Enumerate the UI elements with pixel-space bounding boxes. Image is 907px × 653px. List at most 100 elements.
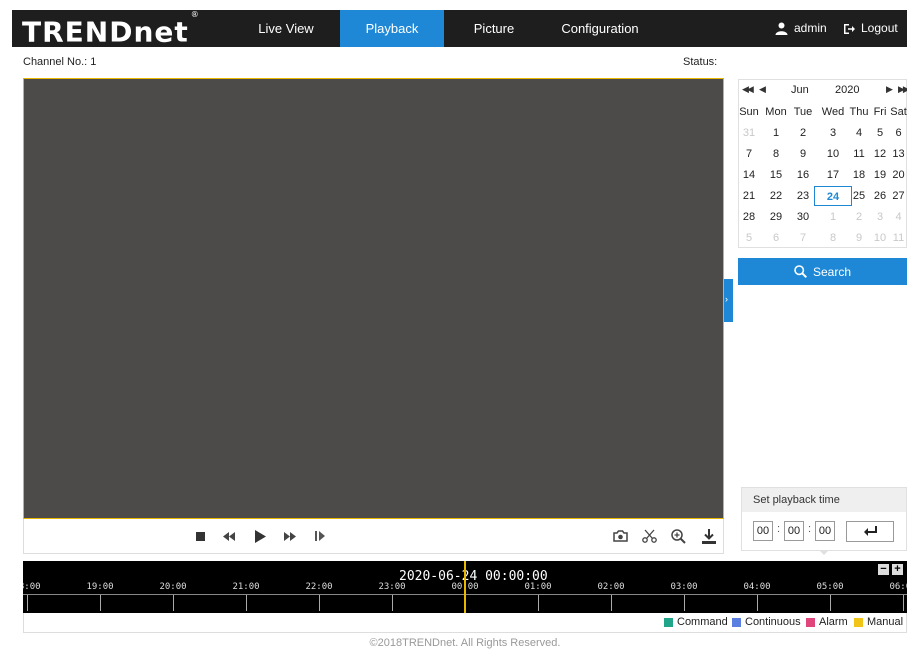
panel-toggle-button[interactable]: › (724, 279, 733, 322)
calendar-day[interactable]: 8 (763, 144, 789, 164)
slow-forward-button[interactable] (219, 526, 239, 546)
legend-label: Alarm (819, 616, 848, 628)
minute-input[interactable]: 00 (784, 521, 804, 541)
user-icon (775, 22, 788, 35)
user-account[interactable]: admin (775, 10, 827, 47)
calendar-day[interactable]: 5 (871, 123, 889, 143)
calendar-day[interactable]: 12 (871, 144, 889, 164)
capture-button[interactable] (610, 526, 630, 546)
calendar-day[interactable]: 7 (790, 228, 816, 248)
timeline-hour-label: 06:00 (889, 582, 907, 592)
download-icon (702, 528, 716, 544)
calendar-day[interactable]: 6 (763, 228, 789, 248)
timeline-hour-label: 05:00 (816, 582, 844, 592)
calendar-day[interactable]: 15 (763, 165, 789, 185)
calendar-day[interactable]: 10 (871, 228, 889, 248)
calendar-day[interactable]: 21 (739, 186, 759, 206)
copyright-footer: ©2018TRENDnet. All Rights Reserved. (369, 637, 561, 649)
calendar-day[interactable]: 3 (871, 207, 889, 227)
calendar-day[interactable]: 7 (739, 144, 759, 164)
timeline-cursor[interactable] (464, 561, 466, 613)
single-frame-button[interactable] (310, 526, 330, 546)
calendar-day[interactable]: 24 (814, 186, 852, 206)
calendar-day[interactable]: 29 (763, 207, 789, 227)
tab-live-view[interactable]: Live View (232, 10, 340, 47)
prev-year-button[interactable]: ◀◀ (742, 84, 754, 95)
camera-icon (612, 530, 628, 542)
calendar-day[interactable]: 5 (739, 228, 759, 248)
timeline-tick (392, 595, 393, 611)
stop-button[interactable] (190, 526, 210, 546)
calendar-day[interactable]: 27 (889, 186, 907, 206)
calendar-day[interactable]: 2 (790, 123, 816, 143)
legend-label: Manual (867, 616, 904, 628)
calendar-day[interactable]: 19 (871, 165, 889, 185)
calendar-day[interactable]: 18 (848, 165, 870, 185)
clip-button[interactable] (639, 526, 659, 546)
tab-picture[interactable]: Picture (444, 10, 544, 47)
calendar-day[interactable]: 9 (790, 144, 816, 164)
calendar-day[interactable]: 16 (790, 165, 816, 185)
calendar-day[interactable]: 1 (818, 207, 848, 227)
calendar-day[interactable]: 1 (763, 123, 789, 143)
legend-label: Continuous (745, 616, 801, 628)
logout-icon (844, 23, 855, 34)
play-button[interactable] (250, 526, 270, 546)
calendar-day[interactable]: 23 (790, 186, 816, 206)
next-month-button[interactable]: ▶ (886, 84, 893, 95)
digital-zoom-button[interactable] (668, 526, 688, 546)
calendar-day[interactable]: 11 (889, 228, 907, 248)
weekday-header: Tue (793, 106, 813, 118)
fast-forward-button[interactable] (280, 526, 300, 546)
next-year-button[interactable]: ▶▶ (898, 84, 907, 95)
calendar-day[interactable]: 17 (818, 165, 848, 185)
calendar-day[interactable]: 22 (763, 186, 789, 206)
calendar-day[interactable]: 4 (848, 123, 870, 143)
calendar-day[interactable]: 25 (848, 186, 870, 206)
scissors-icon (641, 529, 657, 543)
calendar-day[interactable]: 13 (889, 144, 907, 164)
logout-button[interactable]: Logout (843, 10, 898, 47)
search-icon (794, 265, 807, 278)
prev-month-button[interactable]: ◀ (759, 84, 766, 95)
weekday-header: Fri (873, 106, 887, 118)
search-label: Search (812, 264, 852, 279)
search-button[interactable]: Search (738, 258, 907, 285)
calendar-day[interactable]: 26 (871, 186, 889, 206)
weekday-header: Mon (765, 106, 787, 118)
zoom-in-icon (670, 528, 686, 544)
legend-swatch (664, 617, 673, 627)
channel-number-label: Channel No.: 1 (23, 56, 97, 68)
registered-mark: ® (190, 10, 200, 19)
download-button[interactable] (699, 526, 719, 546)
hour-input[interactable]: 00 (753, 521, 773, 541)
calendar-day[interactable]: 30 (790, 207, 816, 227)
timeline-tick (27, 595, 28, 611)
calendar-day[interactable]: 11 (848, 144, 870, 164)
rewind-icon (223, 531, 235, 541)
calendar-year[interactable]: 2020 (835, 84, 859, 96)
video-player[interactable] (23, 78, 724, 519)
calendar-day[interactable]: 4 (889, 207, 907, 227)
calendar-day[interactable]: 10 (818, 144, 848, 164)
calendar-day[interactable]: 28 (739, 207, 759, 227)
stop-icon (195, 531, 205, 541)
timeline-bar[interactable]: 18:0019:0020:0021:0022:0023:0000:0001:00… (23, 561, 907, 613)
calendar-day[interactable]: 20 (889, 165, 907, 185)
calendar-month[interactable]: Jun (791, 84, 809, 96)
timeline-zoom-out-button[interactable]: − (878, 564, 889, 575)
calendar-day[interactable]: 6 (889, 123, 907, 143)
calendar-day[interactable]: 8 (818, 228, 848, 248)
calendar-day[interactable]: 2 (848, 207, 870, 227)
second-input[interactable]: 00 (815, 521, 835, 541)
tab-configuration[interactable]: Configuration (544, 10, 656, 47)
playback-controls (23, 519, 724, 554)
calendar-day[interactable]: 31 (739, 123, 759, 143)
timeline-tick (100, 595, 101, 611)
apply-time-button[interactable] (846, 521, 894, 542)
tab-playback[interactable]: Playback (340, 10, 444, 47)
timeline-zoom-in-button[interactable]: + (892, 564, 903, 575)
calendar-day[interactable]: 14 (739, 165, 759, 185)
calendar-day[interactable]: 3 (818, 123, 848, 143)
calendar-day[interactable]: 9 (848, 228, 870, 248)
